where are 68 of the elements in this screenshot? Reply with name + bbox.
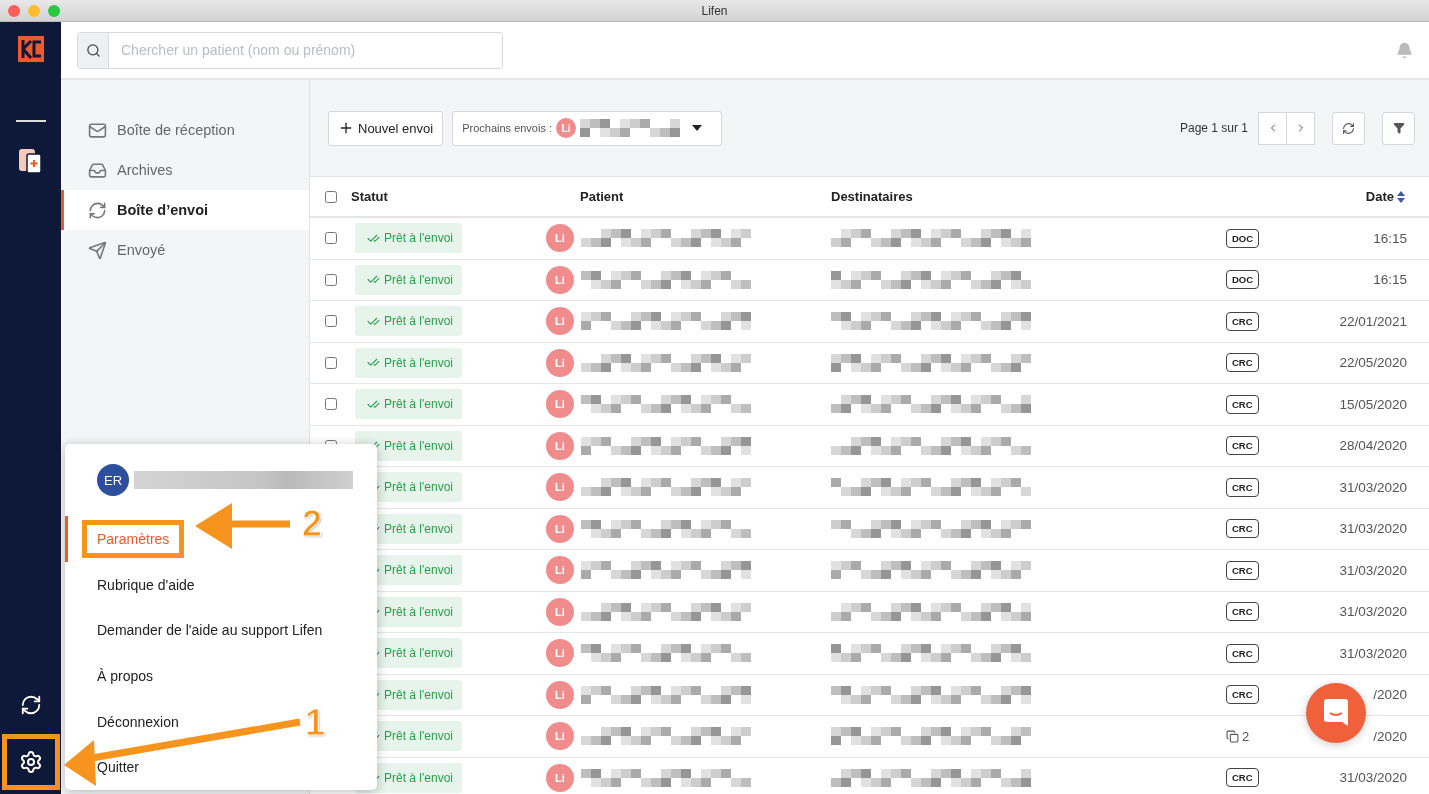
step-number: 2	[302, 503, 323, 545]
date-text: 22/05/2020	[1339, 355, 1407, 371]
date-text: /2020	[1373, 728, 1407, 744]
document-type-tag: CRC	[1226, 685, 1259, 705]
menu-item[interactable]: Quitter	[65, 744, 139, 791]
sender-avatar: Li	[546, 680, 574, 709]
next-sends-dropdown[interactable]: Prochains envois : Li	[452, 110, 723, 146]
window-title: Lifen	[701, 3, 728, 18]
sender-avatar: Li	[546, 224, 574, 253]
sidebar-item[interactable]: Boîte de réception	[61, 110, 309, 150]
sender-avatar: Li	[546, 390, 574, 419]
sender-avatar: Li	[546, 763, 574, 792]
date-text: 31/03/2020	[1339, 604, 1407, 620]
sender-avatar: Li	[546, 597, 574, 626]
sender-avatar: Li	[546, 431, 574, 460]
date-text: 31/03/2020	[1339, 562, 1407, 578]
document-type-tag: CRC	[1226, 311, 1259, 331]
document-type-tag: CRC	[1226, 560, 1259, 580]
date-text: 22/01/2021	[1339, 313, 1407, 329]
sidebar-item[interactable]: Boîte d’envoi	[61, 190, 309, 230]
menu-item[interactable]: Demander de l'aide au support Lifen	[65, 607, 323, 653]
status-badge: Prêt à l'envoi	[355, 264, 462, 295]
column-header[interactable]: Date	[1365, 189, 1405, 204]
document-type-tag: CRC	[1226, 519, 1259, 539]
column-header: Statut	[351, 189, 389, 204]
user-avatar: ER	[97, 464, 129, 496]
date-text: 16:15	[1373, 272, 1407, 288]
sender-avatar: Li	[546, 722, 574, 751]
menu-item[interactable]: À propos	[65, 653, 154, 699]
document-type-tag: CRC	[1226, 436, 1259, 456]
sender-avatar: Li	[546, 307, 574, 336]
search-field[interactable]: Chercher un patient (nom ou prénom)	[77, 31, 503, 69]
column-header: Destinataires	[831, 189, 914, 204]
date-text: 31/03/2020	[1339, 645, 1407, 661]
document-type-tag: CRC	[1226, 602, 1259, 622]
sender-avatar: Li	[546, 514, 574, 543]
document-type-tag: DOC	[1226, 270, 1260, 290]
sidebar-item[interactable]: Envoyé	[61, 230, 309, 270]
status-badge: Prêt à l'envoi	[355, 347, 462, 378]
new-send-button[interactable]: Nouvel envoi	[328, 110, 444, 146]
date-text: 31/03/2020	[1339, 770, 1407, 786]
document-type-tag: CRC	[1226, 768, 1259, 788]
document-type-tag: CRC	[1226, 353, 1259, 373]
status-badge: Prêt à l'envoi	[355, 306, 462, 337]
date-text: 15/05/2020	[1339, 396, 1407, 412]
document-type-tag: CRC	[1226, 643, 1259, 663]
sender-avatar: Li	[546, 265, 574, 294]
step-number: 1	[305, 702, 326, 744]
document-type-tag: DOC	[1226, 228, 1260, 248]
column-header: Patient	[580, 189, 625, 204]
date-text: 16:15	[1373, 230, 1407, 246]
pagination-text: Page 1 sur 1	[1179, 121, 1248, 135]
sender-avatar: Li	[546, 348, 574, 377]
date-text: /2020	[1373, 687, 1407, 703]
menu-item[interactable]: Déconnexion	[65, 698, 179, 745]
date-text: 31/03/2020	[1339, 479, 1407, 495]
menu-item[interactable]: Rubrique d'aide	[65, 561, 195, 608]
date-text: 28/04/2020	[1339, 438, 1407, 454]
sender-avatar: Li	[546, 473, 574, 502]
sender-avatar: Li	[546, 556, 574, 585]
status-badge: Prêt à l'envoi	[355, 223, 462, 254]
status-badge: Prêt à l'envoi	[355, 389, 462, 420]
sender-avatar: Li	[546, 639, 574, 668]
date-text: 31/03/2020	[1339, 521, 1407, 537]
sidebar-item[interactable]: Archives	[61, 150, 309, 190]
document-type-tag: CRC	[1226, 477, 1259, 497]
attachment-count: 2	[1226, 728, 1250, 744]
document-type-tag: CRC	[1226, 394, 1259, 414]
